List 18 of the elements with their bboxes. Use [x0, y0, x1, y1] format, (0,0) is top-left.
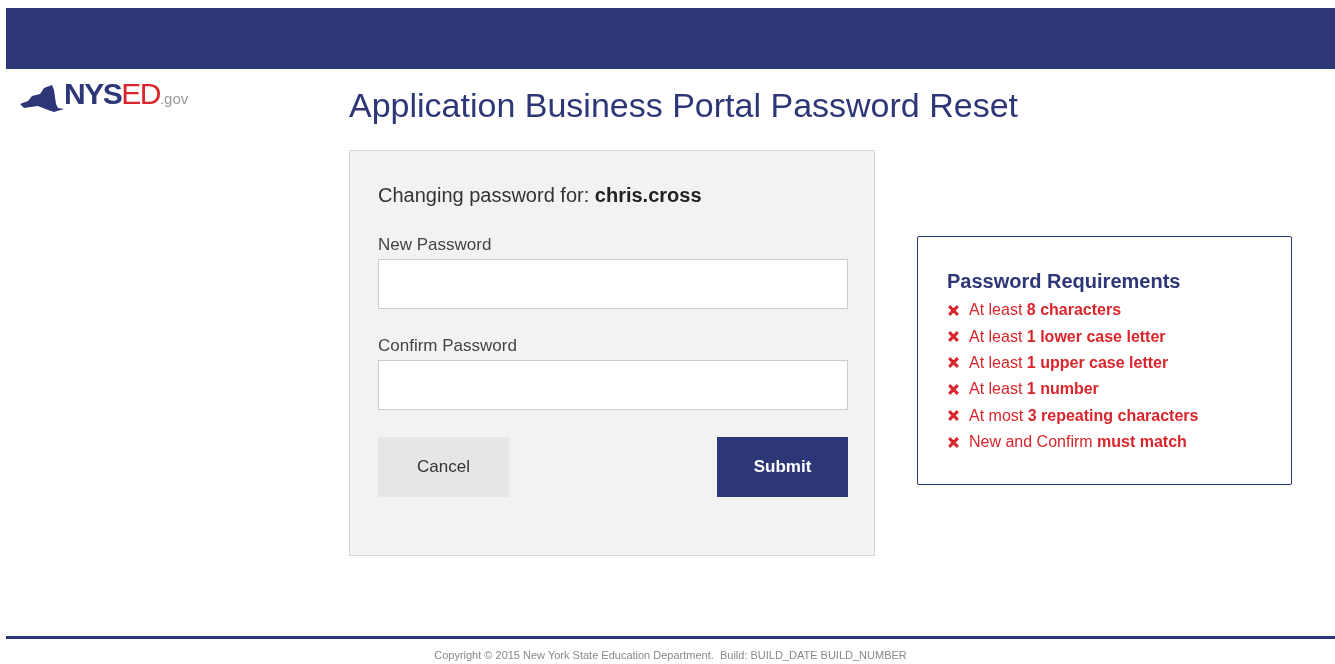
requirement-text: At least 1 upper case letter	[969, 353, 1169, 372]
footer-text: Copyright © 2015 New York State Education Department. Build: BUILD_DATE BUILD_NUMBER	[433, 649, 908, 661]
field-label: Confirm Password	[378, 336, 518, 356]
logo-text: NYSED.gov	[64, 79, 189, 112]
requirement-text: At least 1 number	[969, 380, 1099, 399]
requirement-text: At least 1 lower case letter	[969, 327, 1166, 346]
requirement-text: New and Confirm must match	[969, 433, 1187, 452]
requirements-title: Password Requirements	[947, 270, 1182, 293]
password-field[interactable]	[378, 259, 848, 309]
requirement-text: At least 8 characters	[969, 301, 1122, 320]
field-label: New Password	[378, 235, 493, 255]
state-map-icon	[18, 84, 64, 114]
changing-password-text: Changing password for: chris.cross	[378, 184, 703, 207]
requirement-text: At most 3 repeating characters	[969, 406, 1199, 425]
page-title: Application Business Portal Password Reset	[349, 86, 1018, 125]
password-field[interactable]	[378, 360, 848, 410]
submit-button[interactable]: Submit	[717, 437, 848, 497]
cancel-button[interactable]: Cancel	[378, 437, 509, 497]
